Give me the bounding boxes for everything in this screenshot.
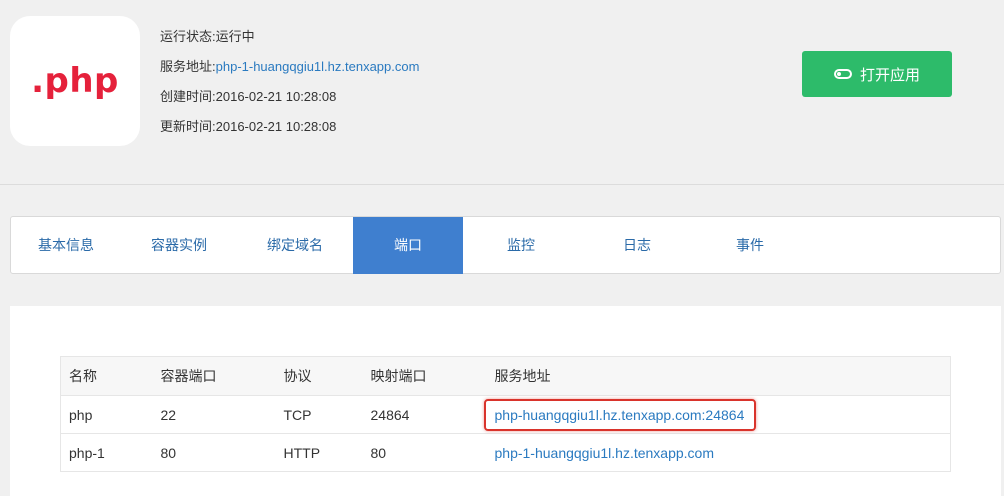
updated-label: 更新时间: xyxy=(160,119,216,134)
tab-logs[interactable]: 日志 xyxy=(579,217,695,274)
tab-ports[interactable]: 端口 xyxy=(353,217,463,274)
php-logo-text: .php xyxy=(31,61,119,101)
col-header-name: 名称 xyxy=(60,356,153,396)
open-app-button[interactable]: 打开应用 xyxy=(802,51,952,97)
col-header-service-address: 服务地址 xyxy=(486,356,951,396)
tab-bind-domain[interactable]: 绑定域名 xyxy=(237,217,353,274)
table-header-row: 名称 容器端口 协议 映射端口 服务地址 xyxy=(60,356,951,396)
open-app-label: 打开应用 xyxy=(859,66,920,84)
cell-container-port: 80 xyxy=(152,433,276,472)
service-address-link[interactable]: php-huangqgiu1l.hz.tenxapp.com:24864 xyxy=(495,407,745,423)
cell-address: php-1-huangqgiu1l.hz.tenxapp.com xyxy=(486,433,951,472)
service-address-link[interactable]: php-1-huangqgiu1l.hz.tenxapp.com xyxy=(216,59,420,74)
cell-container-port: 22 xyxy=(152,395,276,434)
address-row: 服务地址:php-1-huangqgiu1l.hz.tenxapp.com xyxy=(160,52,419,82)
col-header-mapped-port: 映射端口 xyxy=(362,356,487,396)
tab-container-instances[interactable]: 容器实例 xyxy=(121,217,237,274)
created-row: 创建时间:2016-02-21 10:28:08 xyxy=(160,82,419,112)
col-header-protocol: 协议 xyxy=(275,356,363,396)
app-header-panel: .php 运行状态:运行中 服务地址:php-1-huangqgiu1l.hz.… xyxy=(0,0,1004,185)
app-logo: .php xyxy=(10,16,140,146)
address-label: 服务地址: xyxy=(160,59,216,74)
tab-basic-info[interactable]: 基本信息 xyxy=(11,217,121,274)
cell-protocol: TCP xyxy=(275,395,363,434)
cell-protocol: HTTP xyxy=(275,433,363,472)
cell-mapped-port: 24864 xyxy=(362,395,487,434)
ports-panel: 名称 容器端口 协议 映射端口 服务地址 php 22 TCP 24864 ph… xyxy=(10,306,1001,496)
app-info: 运行状态:运行中 服务地址:php-1-huangqgiu1l.hz.tenxa… xyxy=(160,22,419,142)
updated-row: 更新时间:2016-02-21 10:28:08 xyxy=(160,112,419,142)
cell-address: php-huangqgiu1l.hz.tenxapp.com:24864 xyxy=(486,395,951,434)
status-label: 运行状态: xyxy=(160,29,216,44)
tab-bar: 基本信息 容器实例 绑定域名 端口 监控 日志 事件 xyxy=(10,216,1001,274)
col-header-container-port: 容器端口 xyxy=(152,356,276,396)
tab-monitoring[interactable]: 监控 xyxy=(463,217,579,274)
cell-name: php xyxy=(60,395,153,434)
ports-table: 名称 容器端口 协议 映射端口 服务地址 php 22 TCP 24864 ph… xyxy=(60,356,951,472)
updated-value: 2016-02-21 10:28:08 xyxy=(215,119,337,134)
created-value: 2016-02-21 10:28:08 xyxy=(215,89,337,104)
toggle-icon xyxy=(833,69,852,79)
service-address-link[interactable]: php-1-huangqgiu1l.hz.tenxapp.com xyxy=(495,445,715,461)
tab-events[interactable]: 事件 xyxy=(695,217,805,274)
created-label: 创建时间: xyxy=(160,89,216,104)
cell-mapped-port: 80 xyxy=(362,433,487,472)
status-row: 运行状态:运行中 xyxy=(160,22,419,52)
status-value: 运行中 xyxy=(215,29,255,44)
table-row: php 22 TCP 24864 php-huangqgiu1l.hz.tenx… xyxy=(60,395,951,434)
table-row: php-1 80 HTTP 80 php-1-huangqgiu1l.hz.te… xyxy=(60,433,951,472)
cell-name: php-1 xyxy=(60,433,153,472)
